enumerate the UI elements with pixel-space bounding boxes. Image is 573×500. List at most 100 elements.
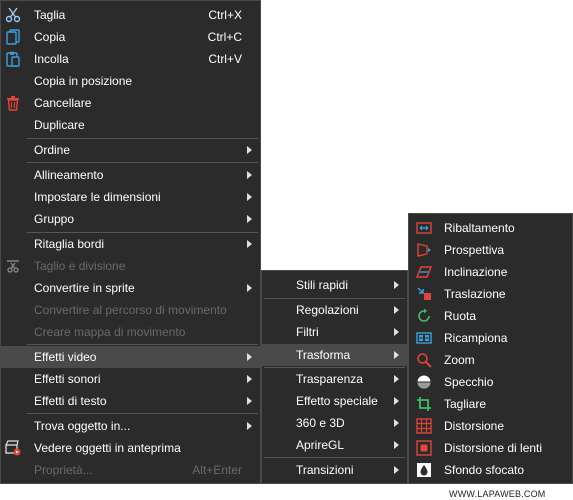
menu-item-copy[interactable]: Copia Ctrl+C bbox=[1, 26, 260, 48]
menu-item-group-label: Gruppo bbox=[34, 212, 75, 226]
transform-item-resample-label: Ricampiona bbox=[444, 331, 508, 345]
menu-item-properties-shortcut: Alt+Enter bbox=[192, 463, 242, 477]
resample-icon bbox=[416, 330, 432, 346]
transform-item-translation-label: Traslazione bbox=[444, 287, 506, 301]
submenu-item-360-3d-label: 360 e 3D bbox=[296, 416, 345, 430]
menu-item-cut-split-label: Taglio e divisione bbox=[34, 259, 126, 273]
menu-item-properties: Proprietà... Alt+Enter bbox=[1, 459, 260, 481]
submenu-arrow-icon bbox=[247, 193, 252, 201]
menu-item-delete[interactable]: Cancellare bbox=[1, 92, 260, 114]
transform-item-distortion[interactable]: Distorsione bbox=[409, 415, 572, 437]
submenu-arrow-icon bbox=[247, 375, 252, 383]
submenu-arrow-icon bbox=[247, 146, 252, 154]
submenu-item-adjustments-label: Regolazioni bbox=[296, 303, 359, 317]
submenu-arrow-icon bbox=[394, 375, 399, 383]
submenu-item-filters-label: Filtri bbox=[296, 325, 319, 339]
transform-item-skew[interactable]: Inclinazione bbox=[409, 261, 572, 283]
menu-item-text-effects[interactable]: Effetti di testo bbox=[1, 390, 260, 412]
submenu-item-transform-label: Trasforma bbox=[296, 348, 351, 362]
preview-objects-icon bbox=[5, 440, 21, 456]
submenu-arrow-icon bbox=[394, 419, 399, 427]
menu-item-align-label: Allineamento bbox=[34, 168, 104, 182]
menu-item-set-size-label: Impostare le dimensioni bbox=[34, 190, 161, 204]
crop-icon bbox=[416, 396, 432, 412]
transform-item-mirror[interactable]: Specchio bbox=[409, 371, 572, 393]
submenu-item-360-3d[interactable]: 360 e 3D bbox=[262, 412, 407, 434]
menu-item-align[interactable]: Allineamento bbox=[1, 164, 260, 186]
paste-icon bbox=[5, 51, 21, 67]
submenu-arrow-icon bbox=[394, 441, 399, 449]
menu-item-find-object[interactable]: Trova oggetto in... bbox=[1, 415, 260, 437]
submenu-item-special-effect[interactable]: Effetto speciale bbox=[262, 390, 407, 412]
menu-separator bbox=[27, 344, 258, 345]
submenu-arrow-icon bbox=[247, 284, 252, 292]
blur-drop-icon bbox=[416, 462, 432, 478]
menu-separator bbox=[264, 457, 405, 458]
submenu-item-quick-styles-label: Stili rapidi bbox=[296, 278, 349, 292]
transform-item-flip-label: Ribaltamento bbox=[444, 221, 515, 235]
submenu-item-quick-styles[interactable]: Stili rapidi bbox=[262, 274, 407, 296]
menu-item-cut-label: Taglia bbox=[34, 8, 66, 22]
submenu-item-transitions[interactable]: Transizioni bbox=[262, 459, 407, 481]
transform-item-zoom-label: Zoom bbox=[444, 353, 475, 367]
context-menu: Taglia Ctrl+X Copia Ctrl+C Incolla Ctrl+… bbox=[0, 0, 261, 484]
submenu-item-apprire-gl[interactable]: AprireGL bbox=[262, 434, 407, 456]
transform-item-lens-distortion[interactable]: Distorsione di lenti bbox=[409, 437, 572, 459]
transform-item-distortion-label: Distorsione bbox=[444, 419, 505, 433]
submenu-item-adjustments[interactable]: Regolazioni bbox=[262, 299, 407, 321]
trash-icon bbox=[5, 95, 21, 111]
flip-icon bbox=[416, 220, 432, 236]
menu-item-set-size[interactable]: Impostare le dimensioni bbox=[1, 186, 260, 208]
menu-item-group[interactable]: Gruppo bbox=[1, 208, 260, 230]
menu-separator bbox=[27, 413, 258, 414]
menu-item-find-object-label: Trova oggetto in... bbox=[34, 419, 131, 433]
menu-separator bbox=[27, 162, 258, 163]
menu-item-preview-objects[interactable]: Vedere oggetti in anteprima bbox=[1, 437, 260, 459]
submenu-arrow-icon bbox=[247, 397, 252, 405]
menu-item-crop-borders[interactable]: Ritaglia bordi bbox=[1, 233, 260, 255]
submenu-item-transform[interactable]: Trasforma bbox=[262, 344, 407, 366]
submenu-item-filters[interactable]: Filtri bbox=[262, 321, 407, 343]
menu-item-text-effects-label: Effetti di testo bbox=[34, 394, 107, 408]
transform-item-skew-label: Inclinazione bbox=[444, 265, 508, 279]
watermark: WWW.LAPAWEB.COM bbox=[449, 489, 546, 499]
submenu-arrow-icon bbox=[394, 281, 399, 289]
submenu-arrow-icon bbox=[247, 215, 252, 223]
transform-item-crop[interactable]: Tagliare bbox=[409, 393, 572, 415]
scissors-icon bbox=[5, 7, 21, 23]
transform-item-blurred-background[interactable]: Sfondo sfocato bbox=[409, 459, 572, 481]
skew-icon bbox=[415, 264, 433, 280]
transform-item-perspective[interactable]: Prospettiva bbox=[409, 239, 572, 261]
copy-icon bbox=[5, 29, 21, 45]
menu-item-properties-label: Proprietà... bbox=[34, 463, 93, 477]
submenu-item-special-effect-label: Effetto speciale bbox=[296, 394, 378, 408]
menu-item-cut[interactable]: Taglia Ctrl+X bbox=[1, 4, 260, 26]
menu-item-convert-sprite[interactable]: Convertire in sprite bbox=[1, 277, 260, 299]
magnifier-icon bbox=[416, 352, 432, 368]
transform-item-resample[interactable]: Ricampiona bbox=[409, 327, 572, 349]
menu-item-copy-shortcut: Ctrl+C bbox=[207, 30, 242, 44]
menu-item-convert-motion-path-label: Convertire al percorso di movimento bbox=[34, 303, 227, 317]
menu-item-sound-effects[interactable]: Effetti sonori bbox=[1, 368, 260, 390]
submenu-arrow-icon bbox=[394, 306, 399, 314]
menu-item-delete-label: Cancellare bbox=[34, 96, 92, 110]
transform-item-zoom[interactable]: Zoom bbox=[409, 349, 572, 371]
menu-item-video-effects[interactable]: Effetti video bbox=[1, 346, 260, 368]
submenu-item-transparency[interactable]: Trasparenza bbox=[262, 368, 407, 390]
transform-item-crop-label: Tagliare bbox=[444, 397, 487, 411]
transform-item-translation[interactable]: Traslazione bbox=[409, 283, 572, 305]
menu-item-crop-borders-label: Ritaglia bordi bbox=[34, 237, 105, 251]
submenu-item-apprire-gl-label: AprireGL bbox=[296, 438, 345, 452]
menu-item-paste[interactable]: Incolla Ctrl+V bbox=[1, 48, 260, 70]
transform-item-rotate[interactable]: Ruota bbox=[409, 305, 572, 327]
submenu-item-transparency-label: Trasparenza bbox=[296, 372, 363, 386]
distortion-icon bbox=[416, 418, 432, 434]
transform-item-flip[interactable]: Ribaltamento bbox=[409, 217, 572, 239]
lens-distortion-icon bbox=[416, 440, 432, 456]
menu-item-duplicate[interactable]: Duplicare bbox=[1, 114, 260, 136]
menu-item-order[interactable]: Ordine bbox=[1, 139, 260, 161]
menu-item-paste-in-place-label: Copia in posizione bbox=[34, 74, 133, 88]
mirror-icon bbox=[416, 374, 432, 390]
perspective-icon bbox=[416, 242, 432, 258]
menu-item-paste-in-place[interactable]: Copia in posizione bbox=[1, 70, 260, 92]
